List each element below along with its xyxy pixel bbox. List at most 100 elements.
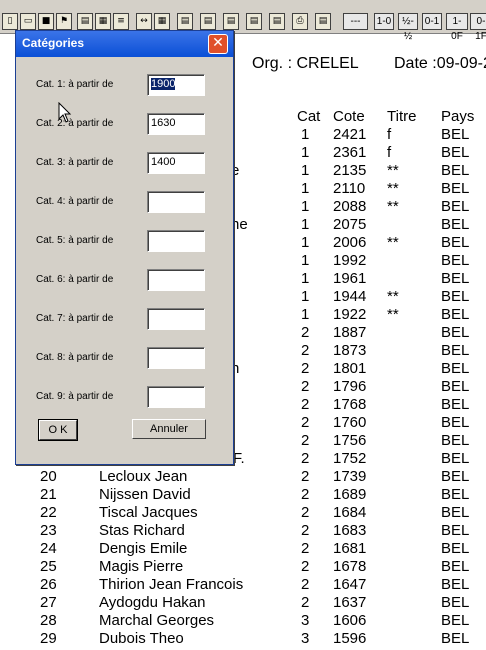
col-cat-header: Cat: [297, 108, 321, 125]
player-rating: 1887: [333, 324, 367, 341]
category-label: Cat. 2: à partir de: [36, 118, 114, 129]
category-threshold-value: 1630: [151, 117, 176, 129]
player-country: BEL: [441, 270, 470, 287]
player-country: BEL: [441, 540, 470, 557]
player-number: 24: [40, 540, 57, 557]
result-none-button[interactable]: ---: [343, 13, 368, 30]
window-icon[interactable]: ▤: [77, 13, 93, 30]
player-country: BEL: [441, 504, 470, 521]
table-row[interactable]: 27 Aydogdu Hakan 2 1637 BEL: [0, 594, 486, 612]
player-name: Thirion Jean Francois: [99, 576, 244, 593]
player-name: Nijssen David: [99, 486, 191, 503]
result-draw-button[interactable]: ½-½: [398, 13, 418, 42]
close-icon[interactable]: ✕: [208, 34, 228, 54]
player-category: 2: [301, 360, 310, 377]
player-country: BEL: [441, 378, 470, 395]
player-number: 22: [40, 504, 57, 521]
player-title: **: [387, 180, 399, 197]
print-icon[interactable]: ⎙: [292, 13, 308, 30]
player-country: BEL: [441, 306, 470, 323]
doc-red-icon-3[interactable]: ▤: [269, 13, 285, 30]
category-threshold-input[interactable]: 1900: [147, 74, 205, 96]
table-row[interactable]: 24 Dengis Emile 2 1681 BEL: [0, 540, 486, 558]
list-icon[interactable]: ≡: [113, 13, 129, 30]
player-rating: 2135: [333, 162, 367, 179]
player-rating: 2110: [333, 180, 366, 197]
player-title: **: [387, 234, 399, 251]
player-rating: 1596: [333, 630, 367, 647]
new-file-icon[interactable]: ▯: [2, 13, 18, 30]
player-title: **: [387, 198, 399, 215]
player-category: 2: [301, 576, 310, 593]
open-folder-icon[interactable]: ▭: [20, 13, 36, 30]
category-threshold-input[interactable]: [147, 347, 205, 369]
doc-icon-2[interactable]: ▤: [246, 13, 262, 30]
category-threshold-input[interactable]: 1630: [147, 113, 205, 135]
player-country: BEL: [441, 576, 470, 593]
org-label: Org. : CRELEL: [252, 55, 359, 72]
player-category: 2: [301, 468, 310, 485]
doc-red-icon-2[interactable]: ▤: [200, 13, 216, 30]
player-country: BEL: [441, 630, 470, 647]
player-rating: 1678: [333, 558, 367, 575]
player-category: 1: [301, 126, 310, 143]
player-category: 1: [301, 198, 310, 215]
flag-icon[interactable]: ⚑: [56, 13, 72, 30]
doc-icon[interactable]: ▤: [223, 13, 239, 30]
player-rating: 2421: [333, 126, 367, 143]
table-row[interactable]: 22 Tiscal Jacques 2 1684 BEL: [0, 504, 486, 522]
player-rating: 1768: [333, 396, 367, 413]
result-0-1-button[interactable]: 0-1: [422, 13, 442, 30]
arrows-icon[interactable]: ↔: [136, 13, 152, 30]
player-category: 2: [301, 432, 310, 449]
player-title: f: [387, 126, 392, 143]
grid-icon[interactable]: ▦: [95, 13, 111, 30]
category-threshold-input[interactable]: 1400: [147, 152, 205, 174]
category-label: Cat. 9: à partir de: [36, 391, 114, 402]
table-row[interactable]: 26 Thirion Jean Francois 2 1647 BEL: [0, 576, 486, 594]
player-rating: 1739: [333, 468, 367, 485]
player-title: **: [387, 288, 399, 305]
player-country: BEL: [441, 612, 470, 629]
table-row[interactable]: 21 Nijssen David 2 1689 BEL: [0, 486, 486, 504]
table-row[interactable]: 28 Marchal Georges 3 1606 BEL: [0, 612, 486, 630]
result-0-1f-button[interactable]: 0-1F: [470, 13, 486, 42]
result-1-0-button[interactable]: 1-0: [374, 13, 394, 30]
category-threshold-input[interactable]: [147, 308, 205, 330]
doc-red-icon-4[interactable]: ▤: [315, 13, 331, 30]
player-name: Magis Pierre: [99, 558, 184, 575]
player-category: 1: [301, 162, 310, 179]
player-category: 1: [301, 234, 310, 251]
date-label: Date :09-09-2: [394, 55, 486, 72]
table-row[interactable]: 20 Lecloux Jean 2 1739 BEL: [0, 468, 486, 486]
player-category: 2: [301, 324, 310, 341]
mouse-cursor-icon: [58, 102, 72, 123]
category-threshold-input[interactable]: [147, 191, 205, 213]
player-country: BEL: [441, 414, 470, 431]
category-threshold-input[interactable]: [147, 230, 205, 252]
category-label: Cat. 4: à partir de: [36, 196, 114, 207]
player-number: 29: [40, 630, 57, 647]
category-threshold-input[interactable]: [147, 386, 205, 408]
table-row[interactable]: 29 Dubois Theo 3 1596 BEL: [0, 630, 486, 648]
table-row[interactable]: 25 Magis Pierre 2 1678 BEL: [0, 558, 486, 576]
player-country: BEL: [441, 252, 470, 269]
ok-button[interactable]: O K: [38, 419, 78, 441]
doc-red-icon[interactable]: ▤: [177, 13, 193, 30]
dialog-title: Catégories: [22, 36, 85, 50]
dialog-titlebar[interactable]: Catégories ✕: [16, 31, 233, 57]
player-category: 2: [301, 486, 310, 503]
player-country: BEL: [441, 288, 470, 305]
result-1-0f-button[interactable]: 1-0F: [446, 13, 468, 42]
player-number: 23: [40, 522, 57, 539]
table-icon[interactable]: ▦: [154, 13, 170, 30]
table-row[interactable]: 23 Stas Richard 2 1683 BEL: [0, 522, 486, 540]
category-threshold-input[interactable]: [147, 269, 205, 291]
save-icon[interactable]: ■: [38, 13, 54, 30]
player-category: 2: [301, 450, 310, 467]
category-threshold-value: 1900: [151, 78, 176, 90]
player-category: 1: [301, 180, 310, 197]
player-rating: 1637: [333, 594, 367, 611]
categories-dialog: Catégories ✕ Cat. 1: à partir de 1900 Cat.…: [15, 30, 234, 465]
cancel-button[interactable]: Annuler: [132, 419, 206, 439]
